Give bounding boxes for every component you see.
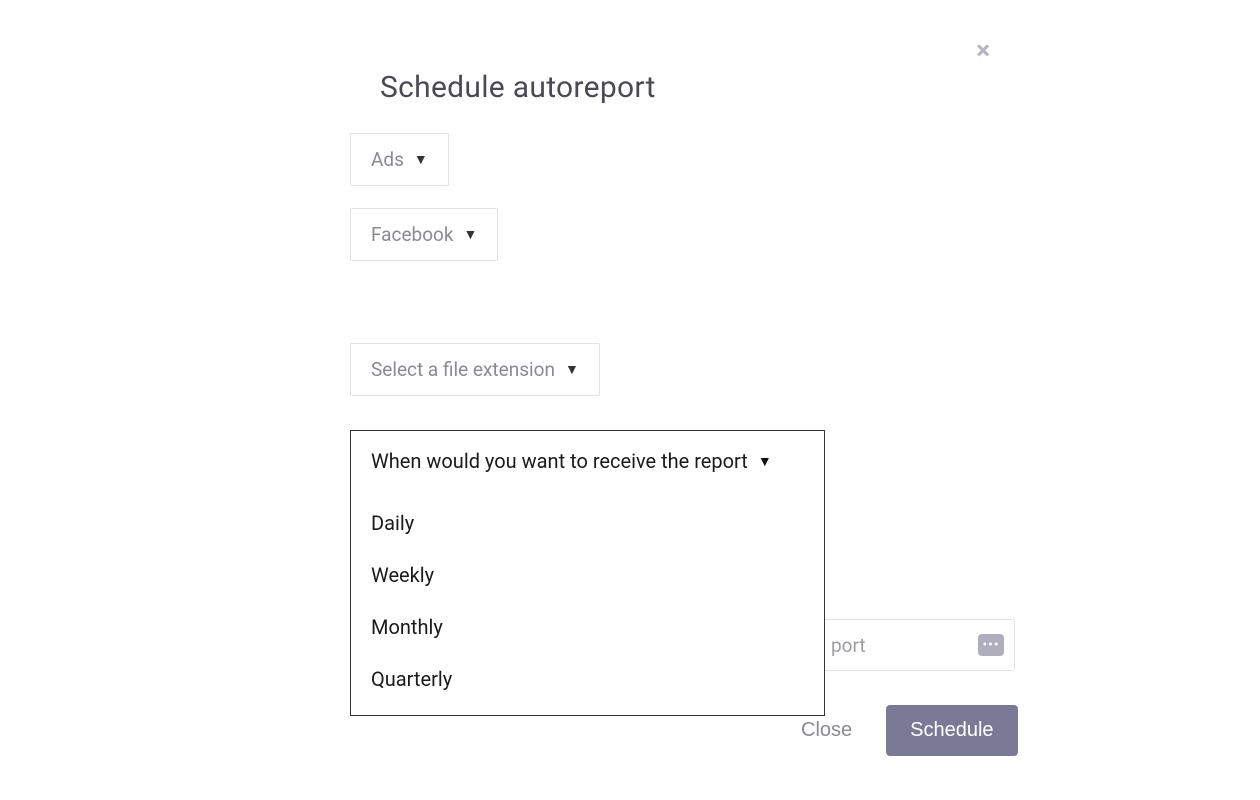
chevron-down-icon: ▼ [565, 361, 579, 378]
frequency-option-daily[interactable]: Daily [371, 497, 804, 549]
file-extension-select[interactable]: Select a file extension ▼ [350, 343, 600, 396]
schedule-button[interactable]: Schedule [886, 705, 1017, 756]
chevron-down-icon: ▼ [758, 453, 772, 470]
close-button[interactable]: Close [793, 707, 860, 754]
frequency-option-quarterly[interactable]: Quarterly [371, 653, 804, 705]
ellipsis-icon[interactable]: ••• [978, 634, 1004, 656]
frequency-option-monthly[interactable]: Monthly [371, 601, 804, 653]
email-recipients-input[interactable]: port ••• [825, 619, 1015, 671]
frequency-placeholder: When would you want to receive the repor… [371, 449, 748, 473]
frequency-select-open[interactable]: When would you want to receive the repor… [350, 430, 825, 716]
chevron-down-icon: ▼ [464, 226, 478, 243]
chevron-down-icon: ▼ [414, 151, 428, 168]
email-input-placeholder-fragment: port [831, 634, 866, 657]
file-extension-placeholder: Select a file extension [371, 358, 555, 381]
schedule-autoreport-modal: Schedule autoreport Ads ▼ Facebook ▼ Sel… [350, 30, 1015, 418]
platform-select-value: Facebook [371, 223, 454, 246]
frequency-select-label[interactable]: When would you want to receive the repor… [371, 449, 804, 473]
category-select-value: Ads [371, 148, 404, 171]
platform-select[interactable]: Facebook ▼ [350, 208, 498, 261]
frequency-option-weekly[interactable]: Weekly [371, 549, 804, 601]
category-select[interactable]: Ads ▼ [350, 133, 449, 186]
modal-footer: Close Schedule [793, 705, 1018, 756]
modal-title: Schedule autoreport [380, 70, 1015, 105]
